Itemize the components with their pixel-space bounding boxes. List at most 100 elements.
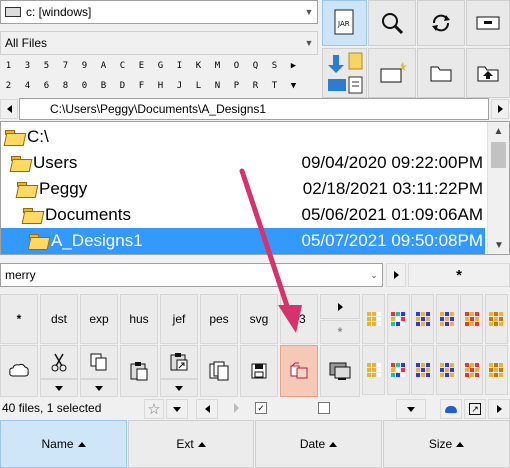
ext-filter-button[interactable]: svg	[240, 294, 278, 344]
view-mode-button[interactable]	[386, 294, 410, 344]
copy-to-button[interactable]	[280, 345, 318, 397]
tree-row[interactable]: Documents 05/06/2021 01:09:06AM	[1, 202, 485, 228]
copy-button[interactable]	[80, 345, 118, 379]
duplicate-button[interactable]	[200, 345, 238, 397]
refresh-button[interactable]	[417, 0, 465, 46]
tree-scrollbar[interactable]: ▲ ▼	[487, 122, 509, 254]
drive-letter-button[interactable]: 1	[1, 57, 16, 75]
scroll-thumb[interactable]	[491, 142, 506, 168]
drive-letter-button[interactable]: I	[172, 57, 187, 75]
drive-combo[interactable]: c: [windows] ▼	[0, 0, 318, 24]
ext-filter-button[interactable]: exp	[80, 294, 118, 344]
next-button[interactable]	[488, 399, 510, 419]
drive-letter-button[interactable]: H	[153, 77, 168, 95]
new-folder-button[interactable]	[417, 48, 465, 98]
ext-filter-button[interactable]: hus	[120, 294, 158, 344]
drive-letter-button[interactable]: 2	[1, 77, 16, 95]
paste-button[interactable]	[120, 345, 158, 397]
ext-filter-button[interactable]: pes	[200, 294, 238, 344]
drive-letter-button[interactable]: J	[172, 77, 187, 95]
drive-letter-button[interactable]: 8	[58, 77, 73, 95]
move-copy-button[interactable]	[322, 48, 367, 98]
path-field[interactable]: C:\Users\Peggy\Documents\A_Designs1	[19, 98, 489, 120]
view-mode-button[interactable]	[411, 345, 434, 395]
paste-shortcut-dropdown[interactable]	[160, 379, 198, 397]
search-combo[interactable]: merry ⌄	[0, 263, 383, 287]
view-mode-button[interactable]	[484, 345, 508, 395]
favorite-dropdown[interactable]	[166, 399, 188, 419]
drive-letter-button[interactable]: Q	[248, 57, 263, 75]
tree-row[interactable]: Users 09/04/2020 09:22:00PM	[1, 150, 485, 176]
drive-letter-button[interactable]: C	[115, 57, 130, 75]
drive-letter-button[interactable]: E	[134, 57, 149, 75]
parent-folder-button[interactable]	[466, 48, 510, 98]
drive-button[interactable]	[466, 0, 510, 46]
view-mode-button[interactable]	[460, 345, 483, 395]
view-mode-button[interactable]	[484, 294, 508, 344]
search-go-button[interactable]	[386, 263, 406, 287]
drive-letter-button[interactable]: 7	[58, 57, 73, 75]
drive-letter-button[interactable]: B	[96, 77, 111, 95]
drive-letter-button[interactable]: ▶	[286, 57, 301, 75]
drive-letter-button[interactable]: K	[191, 57, 206, 75]
drive-letter-button[interactable]: N	[210, 77, 225, 95]
view-mode-button[interactable]	[435, 294, 459, 344]
cut-dropdown[interactable]	[40, 379, 78, 397]
tree-row[interactable]: Peggy 02/18/2021 03:11:22PM	[1, 176, 485, 202]
drive-letter-button[interactable]: D	[115, 77, 130, 95]
cloud-button[interactable]	[440, 399, 462, 419]
drive-letter-button[interactable]: 5	[39, 57, 54, 75]
new-file-button[interactable]	[368, 48, 416, 98]
drive-letter-button[interactable]: P	[229, 77, 244, 95]
scroll-down-icon[interactable]: ▼	[488, 236, 510, 254]
ext-filter-button[interactable]: dst	[40, 294, 78, 344]
drive-letter-button[interactable]: R	[248, 77, 263, 95]
drive-letter-button[interactable]: 3	[20, 57, 35, 75]
drive-letter-button[interactable]: ▼	[286, 77, 301, 95]
checked-checkbox[interactable]: ✓	[255, 402, 267, 414]
ext-filter-button[interactable]: *	[0, 294, 38, 344]
favorite-button[interactable]: ☆	[144, 399, 164, 419]
column-header-size[interactable]: Size	[383, 420, 510, 468]
view-mode-button[interactable]	[386, 345, 410, 395]
unchecked-checkbox[interactable]	[318, 402, 330, 414]
view-mode-button[interactable]	[435, 345, 459, 395]
drive-letter-button[interactable]: T	[267, 77, 282, 95]
select-lasso-button[interactable]	[0, 345, 38, 397]
view-mode-button[interactable]	[411, 294, 434, 344]
tree-row-root[interactable]: C:\	[1, 124, 485, 150]
column-header-date[interactable]: Date	[255, 420, 382, 468]
tree-row-selected[interactable]: A_Designs1 05/07/2021 09:50:08PM	[1, 228, 485, 254]
path-scroll-left-button[interactable]	[0, 99, 18, 119]
prev-button[interactable]	[196, 399, 218, 419]
view-mode-button[interactable]	[362, 345, 385, 395]
save-button[interactable]	[240, 345, 278, 397]
view-dropdown[interactable]	[396, 399, 426, 419]
drive-letter-button[interactable]: 9	[77, 57, 92, 75]
ext-filter-button[interactable]: jef	[160, 294, 198, 344]
drive-letter-button[interactable]: G	[153, 57, 168, 75]
ext-filter-button[interactable]: 63	[280, 294, 318, 344]
path-scroll-right-button[interactable]	[491, 99, 509, 119]
cut-button[interactable]	[40, 345, 78, 379]
drive-letter-button[interactable]: 4	[20, 77, 35, 95]
drive-letter-button[interactable]: A	[96, 57, 111, 75]
column-header-ext[interactable]: Ext	[128, 420, 254, 468]
ext-asterisk-button[interactable]: *	[320, 320, 360, 344]
view-mode-button[interactable]	[362, 294, 385, 344]
drive-letter-button[interactable]: O	[229, 57, 244, 75]
drive-letter-button[interactable]: L	[191, 77, 206, 95]
drive-letter-button[interactable]: F	[134, 77, 149, 95]
copy-dropdown[interactable]	[80, 379, 118, 397]
shortcut-button[interactable]: ↗	[464, 399, 486, 419]
search-files-button[interactable]	[368, 0, 416, 46]
jar-file-button[interactable]: JAR	[322, 0, 367, 46]
paste-shortcut-button[interactable]	[160, 345, 198, 379]
drive-letter-button[interactable]: 6	[39, 77, 54, 95]
asterisk-button[interactable]: *	[408, 263, 510, 287]
drive-letter-button[interactable]: S	[267, 57, 282, 75]
monitor-button[interactable]	[320, 345, 360, 397]
column-header-name[interactable]: Name	[0, 420, 127, 468]
view-mode-button[interactable]	[460, 294, 483, 344]
ext-more-button[interactable]	[320, 294, 360, 319]
